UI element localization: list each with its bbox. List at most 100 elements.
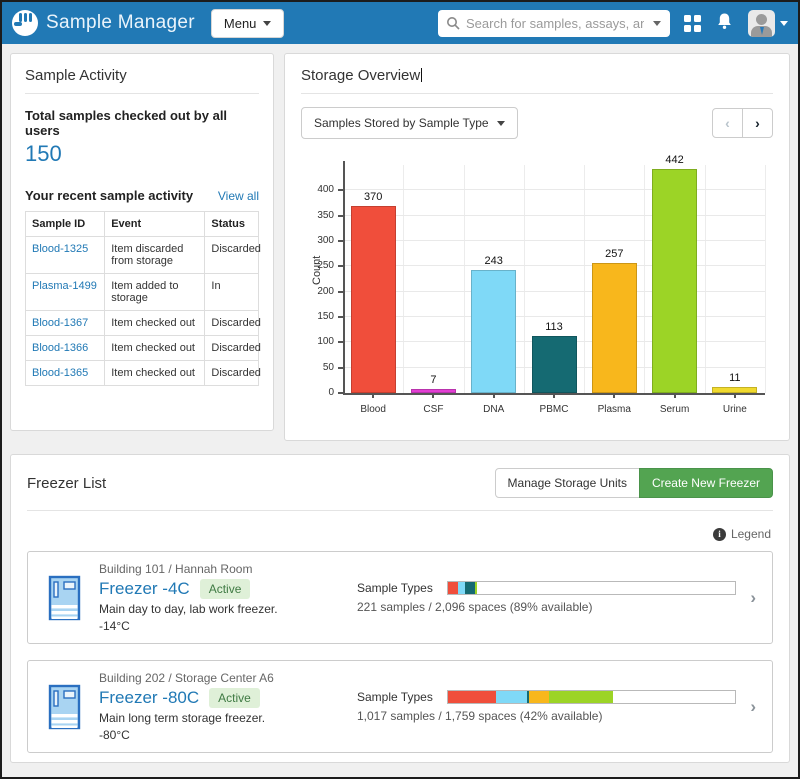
x-axis-label: CSF: [403, 404, 463, 415]
freezer-temperature: -80°C: [99, 728, 357, 742]
sample-types-label: Sample Types: [357, 690, 433, 704]
search-box: [438, 10, 670, 37]
freezer-name-link[interactable]: Freezer -4C: [99, 579, 190, 599]
storage-overview-title: Storage Overview: [301, 67, 773, 94]
chart-type-dropdown[interactable]: Samples Stored by Sample Type: [301, 107, 518, 139]
sample-types-label: Sample Types: [357, 581, 433, 595]
storage-overview-title-text: Storage Overview: [301, 67, 420, 84]
create-new-freezer-button[interactable]: Create New Freezer: [639, 468, 773, 498]
top-navbar: Sample Manager Menu: [2, 2, 798, 44]
x-axis-label: Urine: [705, 404, 765, 415]
bar-value-label: 113: [524, 321, 584, 333]
user-menu-caret-icon: [780, 21, 788, 26]
freezer-name-link[interactable]: Freezer -80C: [99, 688, 199, 708]
app-logo-icon: [12, 10, 38, 36]
total-checked-out-value: 150: [25, 141, 259, 167]
chevron-right-icon[interactable]: ›: [736, 588, 760, 608]
info-icon: i: [713, 528, 726, 541]
legend-link[interactable]: Legend: [731, 527, 771, 541]
sample-id-link[interactable]: Blood-1367: [32, 317, 88, 329]
status-badge: Active: [209, 688, 260, 708]
sample-id-link[interactable]: Blood-1366: [32, 342, 88, 354]
freezer-description: Main day to day, lab work freezer.: [99, 602, 357, 616]
bar-value-label: 243: [464, 255, 524, 267]
bar-value-label: 370: [343, 191, 403, 203]
chart-bar-dna: [471, 270, 516, 393]
freezer-card[interactable]: Building 202 / Storage Center A6 Freezer…: [27, 660, 773, 753]
previous-chart-button[interactable]: ‹: [712, 108, 743, 138]
capacity-bar-segment: [549, 691, 613, 703]
table-row: Blood-1366 Item checked out Discarded: [26, 336, 259, 361]
freezer-icon: [46, 574, 83, 622]
search-input[interactable]: [438, 10, 670, 37]
sample-activity-panel: Sample Activity Total samples checked ou…: [10, 53, 274, 431]
storage-bar-chart: 050100150200250300350400370Blood7CSF243D…: [301, 149, 773, 421]
apps-grid-icon[interactable]: [684, 15, 701, 32]
avatar: [748, 10, 775, 37]
x-axis-label: Blood: [343, 404, 403, 415]
menu-button[interactable]: Menu: [211, 9, 285, 38]
status-cell: In: [205, 274, 259, 311]
status-cell: Discarded: [205, 311, 259, 336]
capacity-bar-segment: [475, 582, 478, 594]
table-row: Blood-1367 Item checked out Discarded: [26, 311, 259, 336]
bar-value-label: 442: [644, 154, 704, 166]
freezer-card[interactable]: Building 101 / Hannah Room Freezer -4C A…: [27, 551, 773, 644]
column-header-event: Event: [105, 212, 205, 237]
notifications-bell-icon[interactable]: [716, 12, 733, 35]
freezer-icon: [46, 683, 83, 731]
recent-activity-table: Sample ID Event Status Blood-1325 Item d…: [25, 211, 259, 386]
app-window: Sample Manager Menu: [0, 0, 800, 779]
next-chart-button[interactable]: ›: [742, 108, 773, 138]
total-checked-out-label: Total samples checked out by all users: [25, 108, 259, 138]
x-axis-label: PBMC: [524, 404, 584, 415]
column-header-status: Status: [205, 212, 259, 237]
chevron-right-icon[interactable]: ›: [736, 697, 760, 717]
text-cursor: [421, 68, 422, 82]
freezer-temperature: -14°C: [99, 619, 357, 633]
capacity-bar-segment: [448, 691, 496, 703]
freezer-breadcrumb: Building 202 / Storage Center A6: [99, 671, 357, 685]
event-cell: Item checked out: [105, 311, 205, 336]
event-cell: Item discarded from storage: [105, 237, 205, 274]
chart-bar-plasma: [592, 263, 637, 393]
bar-value-label: 11: [705, 372, 765, 384]
chart-bar-pbmc: [532, 336, 577, 393]
brand-name: Sample Manager: [46, 12, 195, 34]
freezer-list-panel: Freezer List Manage Storage Units Create…: [10, 454, 790, 763]
event-cell: Item added to storage: [105, 274, 205, 311]
x-axis-label: Plasma: [584, 404, 644, 415]
sample-id-link[interactable]: Plasma-1499: [32, 280, 97, 292]
chevron-down-icon: [497, 121, 505, 126]
y-axis-title: Count: [311, 256, 323, 285]
x-axis-label: DNA: [464, 404, 524, 415]
user-menu[interactable]: [748, 10, 788, 37]
brand[interactable]: Sample Manager: [12, 10, 195, 36]
storage-overview-panel: Storage Overview Samples Stored by Sampl…: [284, 53, 790, 441]
event-cell: Item checked out: [105, 336, 205, 361]
search-icon: [446, 16, 460, 35]
capacity-bar-segment: [465, 582, 474, 594]
sample-id-link[interactable]: Blood-1325: [32, 243, 88, 255]
freezer-description: Main long term storage freezer.: [99, 711, 357, 725]
x-axis-label: Serum: [644, 404, 704, 415]
table-row: Blood-1325 Item discarded from storage D…: [26, 237, 259, 274]
table-row: Blood-1365 Item checked out Discarded: [26, 361, 259, 386]
chart-bar-blood: [351, 206, 396, 393]
sample-id-link[interactable]: Blood-1365: [32, 367, 88, 379]
capacity-bar: [447, 581, 737, 595]
search-dropdown-caret-icon[interactable]: [653, 21, 661, 26]
chart-bar-serum: [652, 169, 697, 393]
freezer-list-title: Freezer List: [27, 475, 106, 492]
freezer-stats: 1,017 samples / 1,759 spaces (42% availa…: [357, 709, 736, 723]
capacity-bar-segment: [458, 582, 465, 594]
column-header-sample-id: Sample ID: [26, 212, 105, 237]
status-cell: Discarded: [205, 237, 259, 274]
freezer-stats: 221 samples / 2,096 spaces (89% availabl…: [357, 600, 736, 614]
view-all-link[interactable]: View all: [218, 189, 259, 203]
status-cell: Discarded: [205, 361, 259, 386]
table-row: Plasma-1499 Item added to storage In: [26, 274, 259, 311]
sample-activity-title: Sample Activity: [25, 67, 259, 94]
capacity-bar-segment: [496, 691, 527, 703]
manage-storage-units-button[interactable]: Manage Storage Units: [495, 468, 640, 498]
